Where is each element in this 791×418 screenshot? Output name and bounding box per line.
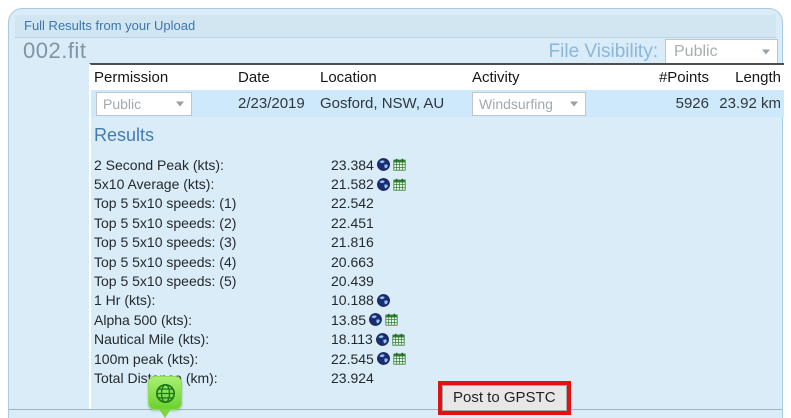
activity-cell: Windsurfing	[469, 92, 631, 116]
calendar-icon[interactable]	[393, 158, 406, 171]
col-header-date: Date	[235, 69, 317, 86]
result-value: 18.113	[331, 331, 373, 347]
calendar-icon[interactable]	[393, 178, 406, 191]
result-value: 21.816	[331, 234, 374, 250]
panel-header: Full Results from your Upload	[15, 15, 776, 38]
result-value: 22.545	[331, 351, 374, 367]
globe-icon[interactable]	[377, 294, 390, 307]
result-value: 22.451	[331, 215, 374, 231]
result-label: Top 5 5x10 speeds: (3)	[91, 234, 331, 250]
result-value: 20.439	[331, 273, 374, 289]
col-header-location: Location	[317, 69, 469, 86]
upload-results-panel: Full Results from your Upload 002.fit Fi…	[8, 8, 783, 418]
post-to-gpstc-button[interactable]: Post to GPSTC	[442, 385, 567, 411]
file-visibility-label: File Visibility:	[549, 41, 658, 63]
result-label: Top 5 5x10 speeds: (2)	[91, 215, 331, 231]
result-value: 10.188	[331, 292, 374, 308]
globe-icon[interactable]	[377, 178, 390, 191]
points-cell: 5926	[631, 95, 709, 112]
annotation-red-box: Post to GPSTC	[438, 381, 571, 415]
result-label: Alpha 500 (kts):	[91, 312, 331, 328]
date-cell: 2/23/2019	[235, 95, 317, 112]
permission-cell: Public	[91, 92, 235, 116]
permission-value: Public	[103, 96, 141, 112]
result-label: Total Distance (km):	[91, 370, 331, 386]
calendar-icon[interactable]	[385, 313, 398, 326]
chevron-down-icon	[762, 50, 770, 55]
col-header-activity: Activity	[469, 69, 631, 86]
green-globe-marker-icon[interactable]	[148, 376, 182, 418]
result-label: 2 Second Peak (kts):	[91, 157, 331, 173]
table-data-row: Public 2/23/2019 Gosford, NSW, AU Windsu…	[91, 90, 784, 117]
result-label: 1 Hr (kts):	[91, 292, 331, 308]
location-cell: Gosford, NSW, AU	[317, 95, 469, 112]
result-row: Alpha 500 (kts):13.85	[91, 310, 784, 329]
result-label: Nautical Mile (kts):	[91, 331, 331, 347]
calendar-icon[interactable]	[393, 352, 406, 365]
result-value: 13.85	[331, 312, 366, 328]
result-row: Top 5 5x10 speeds: (1)22.542	[91, 194, 784, 213]
result-value: 21.582	[331, 176, 374, 192]
col-header-permission: Permission	[91, 69, 235, 86]
result-value: 22.542	[331, 195, 374, 211]
result-row: 5x10 Average (kts):21.582	[91, 174, 784, 193]
globe-icon[interactable]	[369, 313, 382, 326]
result-label: Top 5 5x10 speeds: (1)	[91, 195, 331, 211]
result-label: 100m peak (kts):	[91, 351, 331, 367]
result-row: Top 5 5x10 speeds: (4)20.663	[91, 252, 784, 271]
result-row: 1 Hr (kts):10.188	[91, 291, 784, 310]
file-name: 002.fit	[23, 38, 86, 64]
globe-glyph	[154, 382, 177, 405]
panel-header-title: Full Results from your Upload	[24, 18, 195, 33]
globe-icon[interactable]	[376, 333, 389, 346]
result-label: Top 5 5x10 speeds: (4)	[91, 254, 331, 270]
file-visibility-control: File Visibility: Public	[549, 39, 778, 65]
marker-tail	[159, 409, 171, 418]
results-content: Permission Date Location Activity #Point…	[89, 63, 784, 409]
file-visibility-value: Public	[674, 43, 718, 61]
result-label: Top 5 5x10 speeds: (5)	[91, 273, 331, 289]
results-heading: Results	[94, 125, 784, 146]
activity-value: Windsurfing	[479, 96, 553, 112]
table-header-row: Permission Date Location Activity #Point…	[91, 65, 784, 90]
result-row: Top 5 5x10 speeds: (5)20.439	[91, 271, 784, 290]
result-row: Nautical Mile (kts):18.113	[91, 330, 784, 349]
result-label: 5x10 Average (kts):	[91, 176, 331, 192]
globe-icon[interactable]	[377, 352, 390, 365]
chevron-down-icon	[570, 101, 578, 106]
permission-select[interactable]: Public	[96, 92, 192, 116]
result-value: 23.924	[331, 370, 374, 386]
result-value: 23.384	[331, 157, 374, 173]
bottom-divider	[9, 409, 782, 410]
result-row: Top 5 5x10 speeds: (3)21.816	[91, 233, 784, 252]
result-row: Top 5 5x10 speeds: (2)22.451	[91, 213, 784, 232]
file-visibility-select[interactable]: Public	[665, 39, 778, 65]
globe-icon[interactable]	[377, 158, 390, 171]
length-cell: 23.92 km	[709, 95, 784, 112]
result-row: 2 Second Peak (kts):23.384	[91, 155, 784, 174]
activity-select[interactable]: Windsurfing	[472, 92, 586, 116]
result-value: 20.663	[331, 254, 374, 270]
chevron-down-icon	[176, 101, 184, 106]
col-header-length: Length	[709, 69, 784, 86]
results-list: 2 Second Peak (kts):23.3845x10 Average (…	[91, 155, 784, 388]
calendar-icon[interactable]	[392, 333, 405, 346]
col-header-points: #Points	[631, 69, 709, 86]
result-row: 100m peak (kts):22.545	[91, 349, 784, 368]
marker-body	[148, 376, 182, 410]
